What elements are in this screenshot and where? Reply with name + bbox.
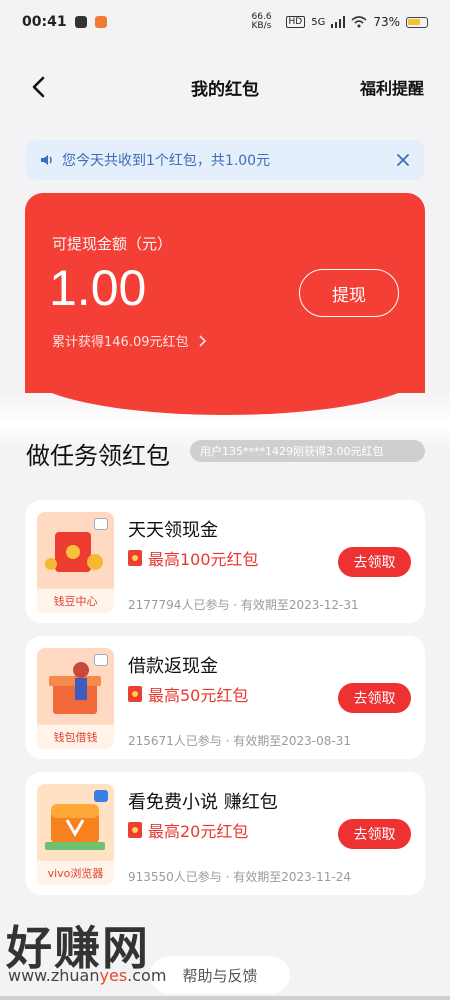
task-thumbnail: vivo浏览器 xyxy=(37,784,114,885)
tasks-section-title: 做任务领红包 xyxy=(26,442,170,470)
task-source: 钱包借钱 xyxy=(37,725,114,749)
task-card[interactable]: 钱豆中心 天天领现金 最高100元红包 2177794人已参与 · 有效期至20… xyxy=(25,500,425,623)
withdraw-button[interactable]: 提现 xyxy=(299,269,399,317)
claim-button[interactable]: 去领取 xyxy=(338,819,411,849)
app-badge-icon xyxy=(94,654,108,666)
status-time: 00:41 xyxy=(22,14,67,30)
task-title: 看免费小说 赚红包 xyxy=(128,792,278,813)
home-indicator xyxy=(0,996,450,1000)
status-bar: 00:41 66.6 KB/s HD 5G 73% xyxy=(0,0,450,44)
watermark-url-part: www.zhuan xyxy=(8,966,100,985)
help-feedback-button[interactable]: 帮助与反馈 xyxy=(150,956,290,994)
reward-ticker: 用户135****1429刚获得3.00元红包 xyxy=(190,440,425,462)
watermark-url: www.zhuanyes.com xyxy=(8,966,166,985)
network-type: 5G xyxy=(311,16,326,28)
task-thumbnail: 钱包借钱 xyxy=(37,648,114,749)
close-icon[interactable] xyxy=(394,151,412,169)
task-reward: 最高100元红包 xyxy=(128,546,259,570)
page-title: 我的红包 xyxy=(191,79,259,100)
watermark-url-part: yes xyxy=(99,966,128,985)
navigation-bar: 我的红包 福利提醒 xyxy=(0,62,450,112)
claim-button[interactable]: 去领取 xyxy=(338,547,411,577)
task-card[interactable]: vivo浏览器 看免费小说 赚红包 最高20元红包 913550人已参与 · 有… xyxy=(25,772,425,895)
balance-label: 可提现金额（元） xyxy=(52,235,173,253)
notification-icon xyxy=(74,16,87,28)
task-source: 钱豆中心 xyxy=(37,589,114,613)
battery-icon xyxy=(406,16,428,28)
notice-text: 您今天共收到1个红包，共1.00元 xyxy=(62,153,271,169)
task-thumbnail: 钱豆中心 xyxy=(37,512,114,613)
speaker-icon xyxy=(41,155,52,165)
app-notification-icon xyxy=(94,16,107,28)
task-source: vivo浏览器 xyxy=(37,861,114,885)
signal-icon xyxy=(331,16,346,28)
red-envelope-small-icon xyxy=(128,822,142,838)
watermark-url-part: .com xyxy=(127,966,167,985)
task-meta: 215671人已参与 · 有效期至2023-08-31 xyxy=(128,734,351,748)
task-title: 天天领现金 xyxy=(128,520,218,541)
balance-card: 可提现金额（元） 1.00 累计获得146.09元红包 提现 xyxy=(25,193,425,415)
task-reward: 最高20元红包 xyxy=(128,818,248,842)
task-title: 借款返现金 xyxy=(128,656,218,677)
task-reward-text: 最高20元红包 xyxy=(148,822,249,841)
red-envelope-small-icon xyxy=(128,550,142,566)
task-reward: 最高50元红包 xyxy=(128,682,248,706)
task-meta: 2177794人已参与 · 有效期至2023-12-31 xyxy=(128,598,359,612)
claim-button[interactable]: 去领取 xyxy=(338,683,411,713)
chevron-right-icon xyxy=(199,335,206,347)
task-reward-text: 最高50元红包 xyxy=(148,686,249,705)
app-badge-icon xyxy=(94,518,108,530)
welfare-reminder-link[interactable]: 福利提醒 xyxy=(360,75,424,99)
task-card[interactable]: 钱包借钱 借款返现金 最高50元红包 215671人已参与 · 有效期至2023… xyxy=(25,636,425,759)
net-speed: 66.6 KB/s xyxy=(251,12,272,31)
battery-percent: 73% xyxy=(373,15,400,29)
balance-amount: 1.00 xyxy=(49,260,147,316)
browser-badge-icon xyxy=(94,790,108,802)
status-right: 66.6 KB/s HD 5G 73% xyxy=(251,12,428,31)
hd-badge: HD xyxy=(285,16,306,28)
red-envelope-small-icon xyxy=(128,686,142,702)
notice-bar: 您今天共收到1个红包，共1.00元 xyxy=(26,140,424,180)
back-arrow-icon[interactable] xyxy=(26,74,52,100)
wifi-icon xyxy=(351,16,367,28)
cumulative-earnings-link[interactable]: 累计获得146.09元红包 xyxy=(52,331,207,350)
task-reward-text: 最高100元红包 xyxy=(148,550,259,569)
cumulative-text: 累计获得146.09元红包 xyxy=(52,335,189,350)
task-meta: 913550人已参与 · 有效期至2023-11-24 xyxy=(128,870,351,884)
